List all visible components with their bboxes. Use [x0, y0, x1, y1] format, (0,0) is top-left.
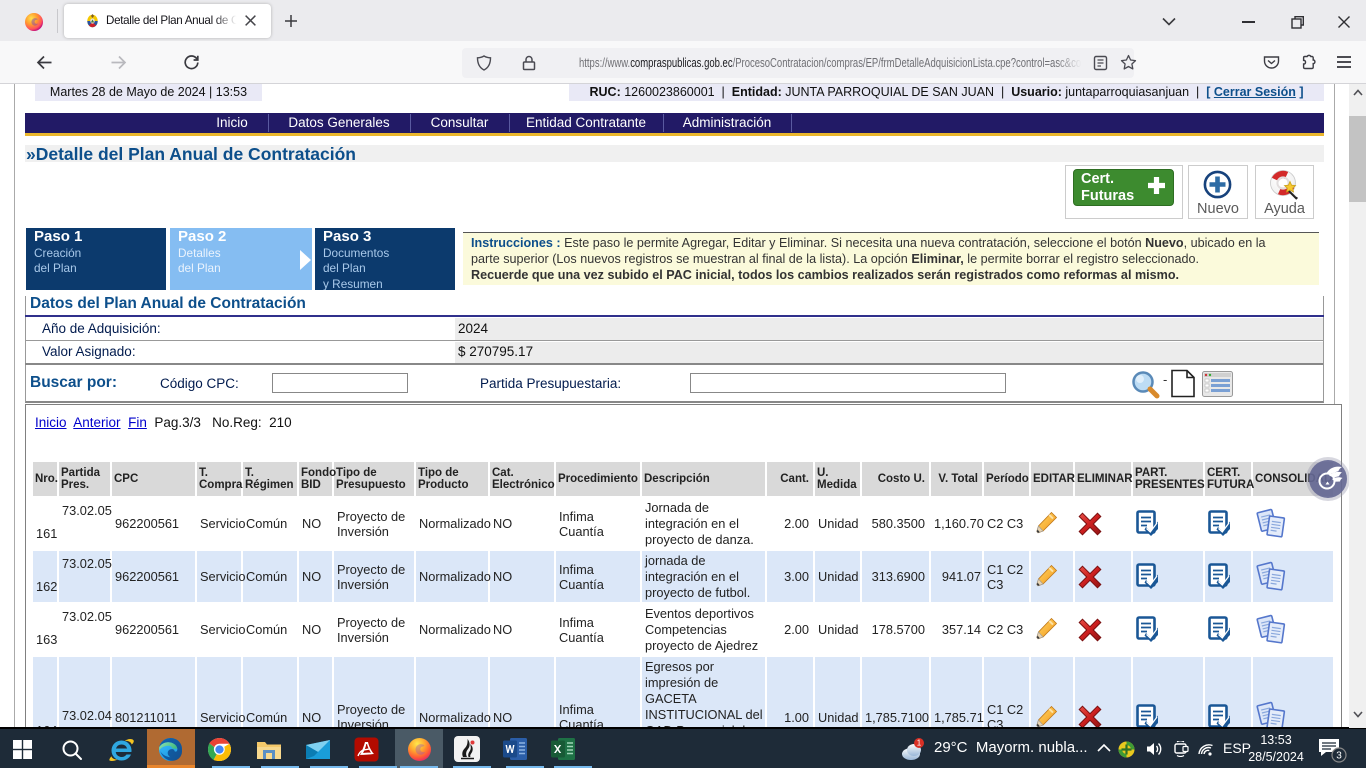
svg-text:3: 3	[1336, 751, 1342, 762]
svg-text:1: 1	[917, 739, 922, 748]
